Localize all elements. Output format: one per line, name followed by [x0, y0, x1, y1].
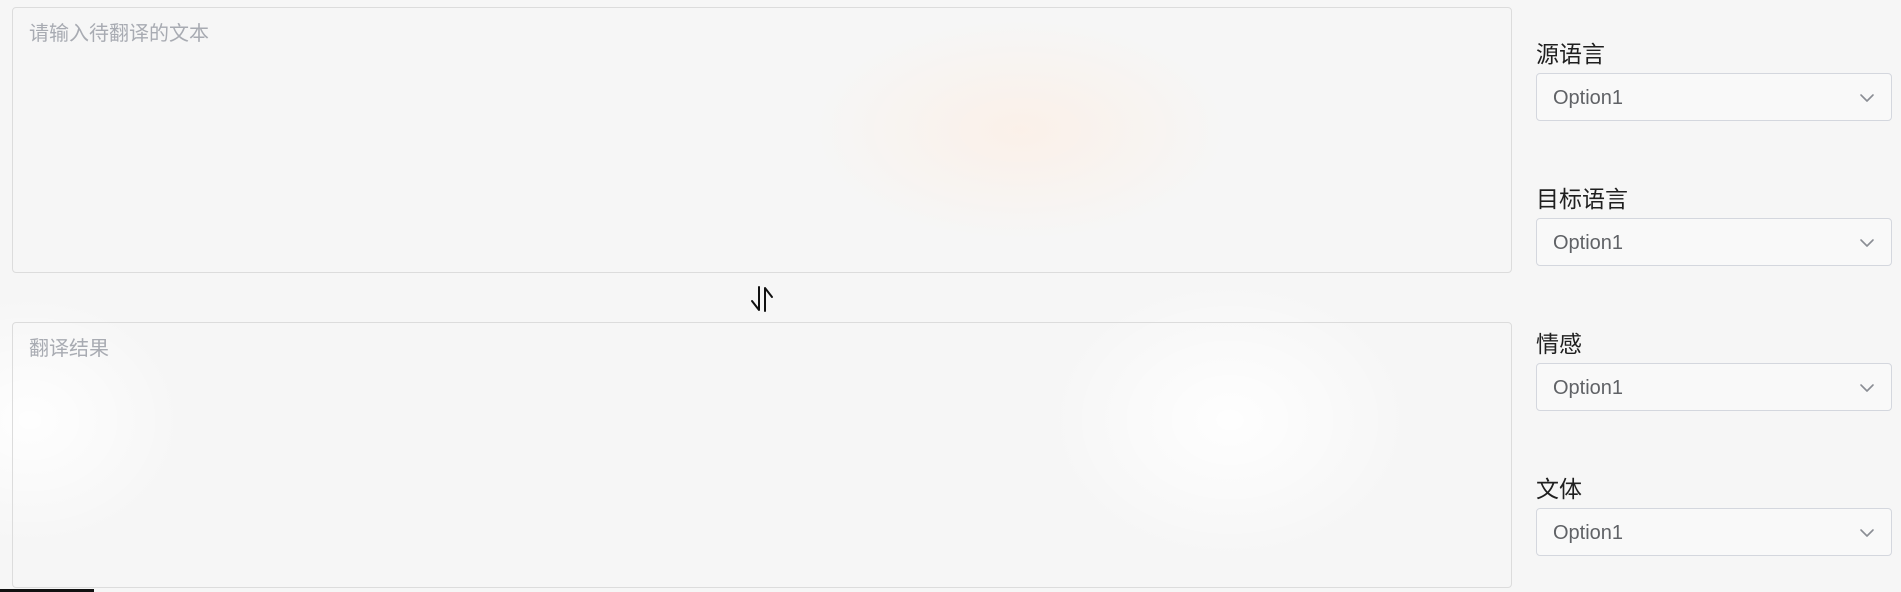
- target-language-label: 目标语言: [1536, 186, 1628, 212]
- style-value: Option1: [1553, 522, 1624, 544]
- style-label: 文体: [1536, 476, 1582, 502]
- swap-language-button[interactable]: [748, 284, 776, 314]
- chevron-down-icon: [1860, 239, 1874, 247]
- source-language-label: 源语言: [1536, 41, 1605, 67]
- emotion-label: 情感: [1536, 331, 1582, 357]
- target-language-value: Option1: [1553, 232, 1624, 254]
- target-language-select[interactable]: Option1: [1536, 218, 1892, 266]
- translation-result-output[interactable]: [12, 322, 1512, 588]
- chevron-down-icon: [1860, 94, 1874, 102]
- source-text-input[interactable]: [12, 7, 1512, 273]
- swap-vertical-icon: [751, 286, 773, 312]
- chevron-down-icon: [1860, 384, 1874, 392]
- emotion-select[interactable]: Option1: [1536, 363, 1892, 411]
- style-select[interactable]: Option1: [1536, 508, 1892, 556]
- source-language-select[interactable]: Option1: [1536, 73, 1892, 121]
- emotion-value: Option1: [1553, 377, 1624, 399]
- chevron-down-icon: [1860, 529, 1874, 537]
- source-language-value: Option1: [1553, 87, 1624, 109]
